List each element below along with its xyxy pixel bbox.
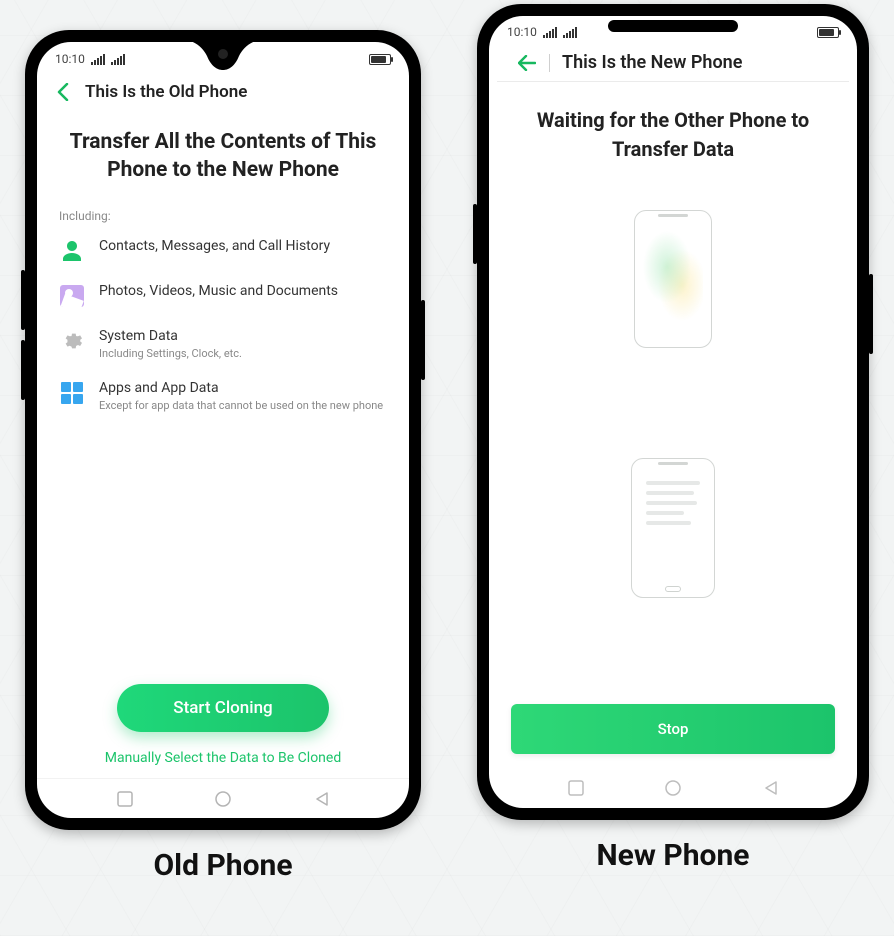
signal-icon [111,54,125,65]
nav-home-icon[interactable] [662,777,684,799]
app-bar: This Is the Old Phone [37,76,409,112]
media-icon [59,283,85,309]
old-phone-frame: 10:10 This Is the Old Phone Transfe [25,30,421,830]
notch-icon [608,20,738,32]
include-item-label: Contacts, Messages, and Call History [99,237,387,255]
old-phone-caption: Old Phone [153,848,292,883]
new-phone-caption: New Phone [597,838,750,873]
include-item-media: Photos, Videos, Music and Documents [59,282,387,309]
back-icon[interactable] [517,55,537,71]
divider [549,54,550,72]
include-item-label: Apps and App Data [99,379,387,397]
manual-select-link[interactable]: Manually Select the Data to Be Cloned [105,750,341,766]
app-bar-title: This Is the New Phone [562,52,742,73]
source-phone-illustration [634,210,712,348]
include-item-contacts: Contacts, Messages, and Call History [59,237,387,264]
gear-icon [59,328,85,354]
page-title: Transfer All the Contents of This Phone … [63,128,383,185]
nav-recent-icon[interactable] [565,777,587,799]
notch-icon [183,42,263,72]
contacts-icon [59,238,85,264]
target-phone-illustration [631,458,715,598]
nav-back-icon[interactable] [760,777,782,799]
including-label: Including: [59,209,387,223]
signal-icon [91,54,105,65]
start-cloning-button[interactable]: Start Cloning [117,684,328,732]
app-bar: This Is the New Phone [497,46,849,82]
include-item-apps: Apps and App Data Except for app data th… [59,379,387,413]
new-phone-frame: 10:10 This Is the New Phone [477,4,869,820]
status-time: 10:10 [507,25,537,39]
page-title: Waiting for the Other Phone to Transfer … [511,106,835,164]
stop-button[interactable]: Stop [511,704,835,754]
nav-home-icon[interactable] [212,788,234,810]
nav-recent-icon[interactable] [114,788,136,810]
signal-icon [543,27,557,38]
signal-icon [563,27,577,38]
nav-bar [37,778,409,818]
app-bar-title: This Is the Old Phone [85,82,247,102]
include-item-label: System Data [99,327,387,345]
back-icon[interactable] [53,83,73,101]
include-item-label: Photos, Videos, Music and Documents [99,282,387,300]
battery-icon [817,27,839,38]
nav-bar [489,768,857,808]
include-item-system: System Data Including Settings, Clock, e… [59,327,387,361]
battery-icon [369,54,391,65]
apps-icon [59,380,85,406]
status-time: 10:10 [55,52,85,66]
nav-back-icon[interactable] [311,788,333,810]
include-item-sublabel: Including Settings, Clock, etc. [99,347,387,361]
include-item-sublabel: Except for app data that cannot be used … [99,399,387,413]
